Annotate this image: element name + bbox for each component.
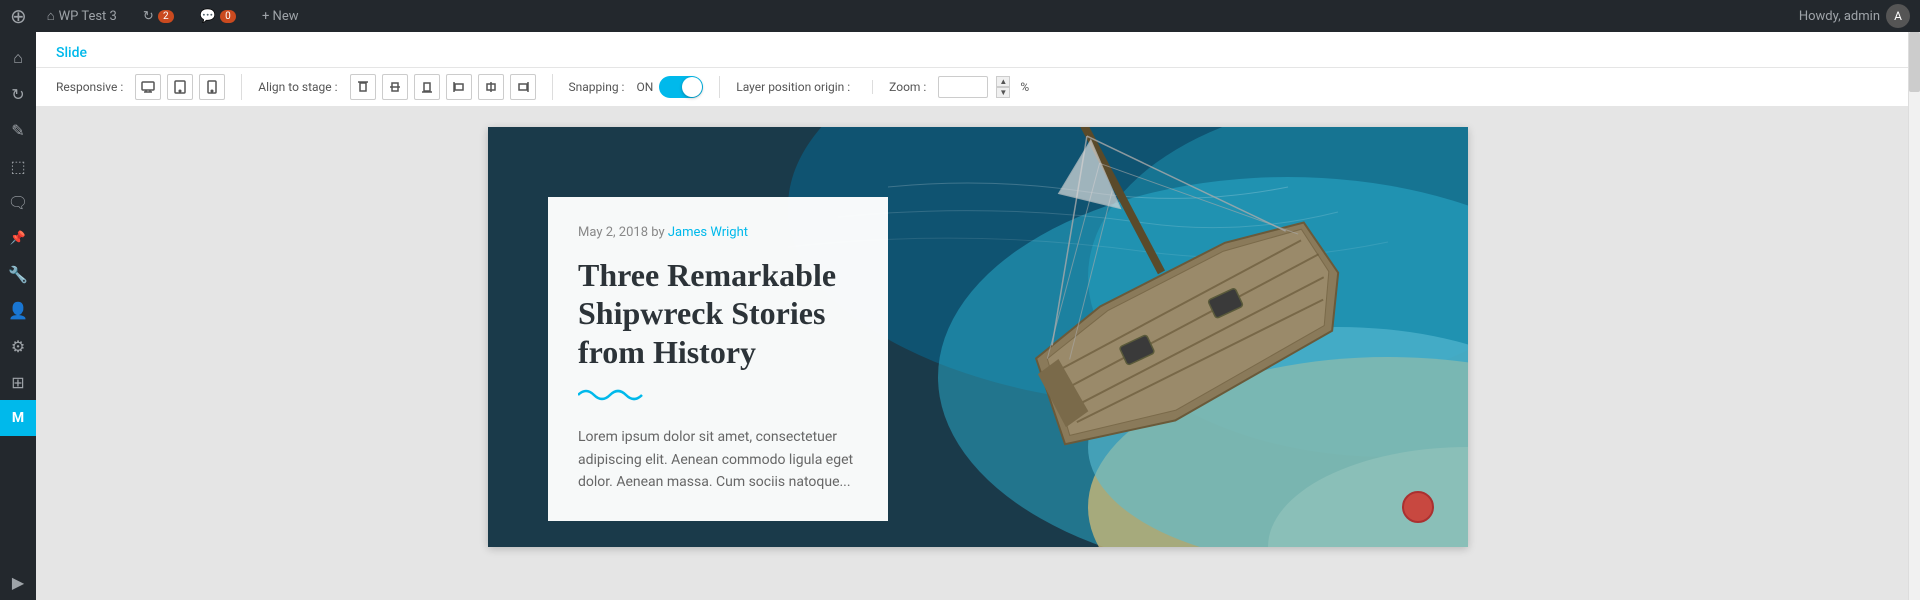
scrollbar-thumb[interactable] (1909, 32, 1920, 92)
site-name-item[interactable]: ⌂ WP Test 3 (41, 0, 123, 32)
slide-label[interactable]: Slide (56, 45, 87, 61)
sidebar-updates-icon[interactable]: ↻ (0, 76, 36, 112)
snapping-toggle-container: ON (636, 76, 703, 98)
admin-bar: ⊕ ⌂ WP Test 3 ↻ 2 💬 0 + New Howdy, admin… (0, 0, 1920, 32)
comments-icon: 💬 (200, 9, 216, 24)
post-date: May 2, 2018 by (578, 225, 665, 240)
updates-count: 2 (158, 10, 174, 23)
wp-logo-icon[interactable]: ⊕ (10, 4, 27, 28)
align-middle-btn[interactable] (382, 74, 408, 100)
sidebar-pin-icon[interactable]: 📌 (0, 220, 36, 256)
wave-divider (578, 385, 858, 410)
sidebar-master-slider-icon[interactable]: M (0, 400, 36, 436)
zoom-down-arrow[interactable]: ▼ (996, 87, 1010, 98)
align-top-btn[interactable] (350, 74, 376, 100)
avatar: A (1886, 4, 1910, 28)
align-bottom-btn[interactable] (414, 74, 440, 100)
post-meta: May 2, 2018 by James Wright (578, 225, 858, 240)
sidebar-comments-icon[interactable]: ✎ (0, 112, 36, 148)
new-label: + New (262, 9, 299, 24)
howdy-section[interactable]: Howdy, admin A (1799, 4, 1910, 28)
mobile-btn[interactable] (199, 74, 225, 100)
author-link[interactable]: James Wright (668, 225, 748, 240)
align-group: Align to stage : (258, 74, 552, 100)
home-icon: ⌂ (47, 8, 55, 24)
responsive-label: Responsive : (56, 80, 123, 94)
snapping-group: Snapping : ON (569, 76, 721, 98)
howdy-text: Howdy, admin (1799, 9, 1880, 24)
site-name-label: WP Test 3 (59, 9, 117, 24)
desktop-btn[interactable] (135, 74, 161, 100)
comments-item[interactable]: 💬 0 (194, 0, 242, 32)
zoom-label: Zoom : (889, 80, 926, 94)
post-title: Three Remarkable Shipwreck Stories from … (578, 256, 858, 371)
snapping-toggle[interactable] (659, 76, 703, 98)
slide-header: Slide (36, 32, 1920, 68)
align-right-btn[interactable] (510, 74, 536, 100)
post-excerpt: Lorem ipsum dolor sit amet, consectetuer… (578, 426, 858, 493)
toggle-knob (682, 77, 702, 97)
tablet-btn[interactable] (167, 74, 193, 100)
updates-icon: ↻ (143, 9, 154, 24)
sidebar-wrench-icon[interactable]: 🔧 (0, 256, 36, 292)
zoom-percent: % (1020, 80, 1029, 94)
comments-count: 0 (220, 10, 236, 23)
toolbar: Responsive : (36, 68, 1920, 107)
sidebar-play-icon[interactable]: ▶ (0, 564, 36, 600)
align-center-btn[interactable] (478, 74, 504, 100)
new-item[interactable]: + New (256, 0, 305, 32)
zoom-input[interactable]: 100 (938, 76, 988, 98)
canvas-area: May 2, 2018 by James Wright Three Remark… (36, 107, 1920, 600)
snapping-label: Snapping : (569, 80, 625, 94)
layer-origin-label: Layer position origin : (736, 80, 850, 94)
zoom-spinners: ▲ ▼ (996, 76, 1010, 98)
responsive-group: Responsive : (56, 74, 242, 100)
content-card: May 2, 2018 by James Wright Three Remark… (548, 197, 888, 521)
align-label: Align to stage : (258, 80, 337, 94)
sidebar-settings-icon[interactable]: ⚙ (0, 328, 36, 364)
zoom-group: Zoom : 100 ▲ ▼ % (889, 76, 1045, 98)
slide-canvas: May 2, 2018 by James Wright Three Remark… (488, 127, 1468, 547)
layer-origin-group: Layer position origin : (736, 80, 873, 94)
left-sidebar: ⌂ ↻ ✎ ⬚ 🗨 📌 🔧 👤 ⚙ ⊞ M ▶ (0, 32, 36, 600)
snapping-on-label: ON (636, 80, 653, 94)
updates-item[interactable]: ↻ 2 (137, 0, 180, 32)
right-scrollbar[interactable] (1908, 32, 1920, 600)
sidebar-grid-icon[interactable]: ⊞ (0, 364, 36, 400)
sidebar-pen-icon[interactable]: 🗨 (0, 184, 36, 220)
align-left-btn[interactable] (446, 74, 472, 100)
main-wrapper: Slide Responsive : (36, 32, 1920, 600)
zoom-up-arrow[interactable]: ▲ (996, 76, 1010, 87)
sidebar-home-icon[interactable]: ⌂ (0, 40, 36, 76)
sidebar-user-icon[interactable]: 👤 (0, 292, 36, 328)
sidebar-layers-icon[interactable]: ⬚ (0, 148, 36, 184)
